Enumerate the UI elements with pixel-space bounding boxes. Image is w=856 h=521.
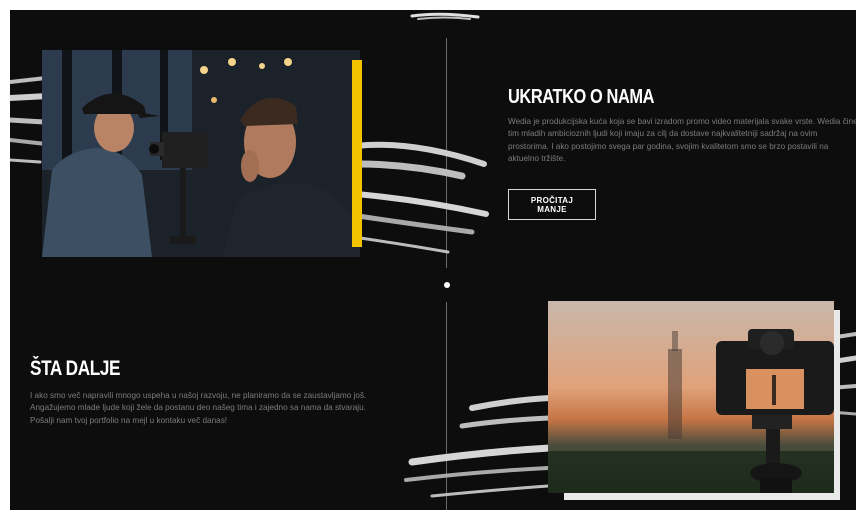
about-description: Wedia je produkcijska kuća koja se bavi … — [508, 117, 856, 164]
brush-stroke-right-1 — [353, 141, 489, 254]
brush-stroke-top — [410, 12, 480, 20]
next-title: ŠTA DALJE — [30, 357, 121, 380]
camera-sunset-photo — [548, 301, 834, 493]
yellow-accent-bar — [352, 60, 362, 247]
page: UKRATKO O NAMA Wedia je produkcijska kuć… — [10, 10, 856, 510]
center-dot — [444, 282, 450, 288]
about-title: UKRATKO O NAMA — [508, 86, 655, 108]
next-description: I ako smo več napravili mnogo uspeha u n… — [30, 391, 367, 425]
read-less-button[interactable]: PROČITAJ MANJE — [508, 189, 596, 220]
videographers-photo — [42, 50, 360, 257]
brush-stroke-left-2 — [404, 395, 552, 498]
videographers-illustration — [42, 50, 360, 257]
camera-illustration — [548, 301, 834, 493]
